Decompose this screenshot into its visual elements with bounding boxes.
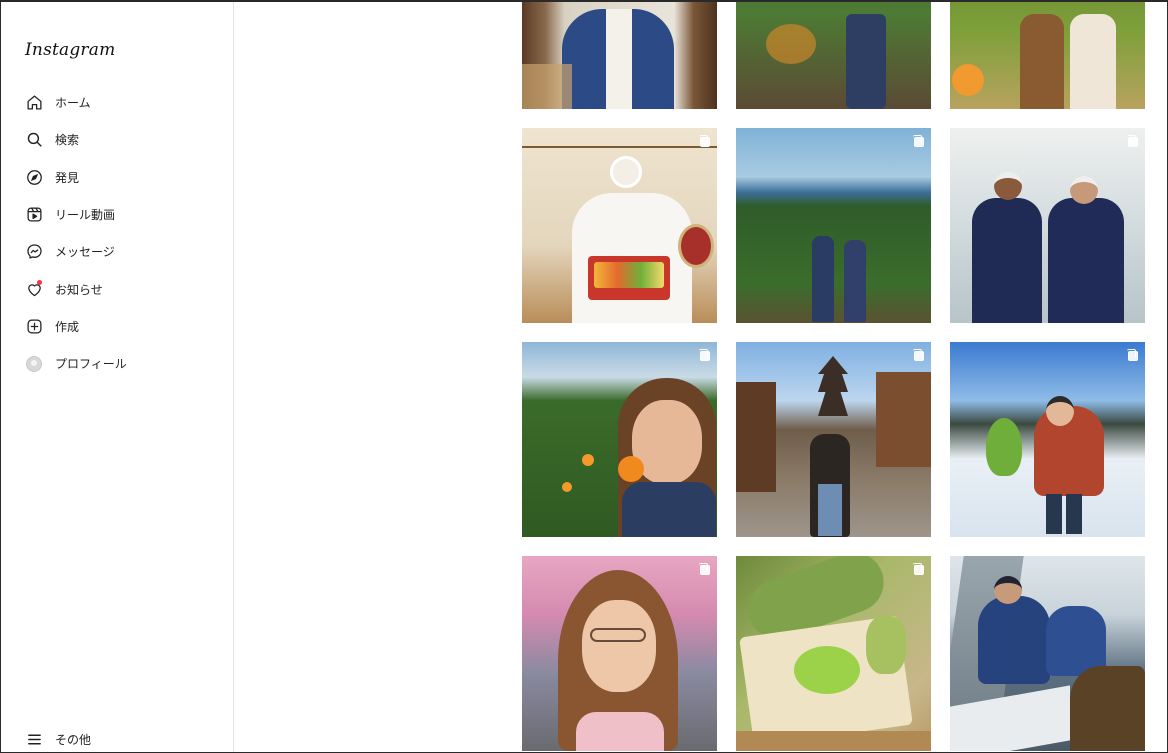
post-tile[interactable] xyxy=(522,342,717,537)
post-tile[interactable] xyxy=(736,342,931,537)
sidebar-item-label: リール動画 xyxy=(55,208,116,223)
post-image-detail xyxy=(576,712,664,751)
sidebar-item-home[interactable]: ホーム xyxy=(1,84,234,121)
sidebar-item-notifications[interactable]: お知らせ xyxy=(1,270,234,307)
sidebar-item-label: ホーム xyxy=(55,96,91,111)
post-tile[interactable] xyxy=(522,556,717,751)
post-tile[interactable] xyxy=(950,556,1145,751)
post-image-detail xyxy=(606,9,632,109)
sidebar-item-label: 発見 xyxy=(55,170,80,185)
messenger-icon xyxy=(25,243,43,261)
post-image-detail xyxy=(794,646,860,694)
profile-avatar-icon xyxy=(25,355,43,373)
post-image xyxy=(812,236,834,322)
post-image-detail xyxy=(1046,396,1074,426)
post-image-detail xyxy=(844,240,866,322)
post-image-detail xyxy=(1046,494,1062,534)
post-image-detail xyxy=(1070,666,1145,751)
post-image-detail xyxy=(876,372,931,467)
avatar xyxy=(26,355,42,372)
post-image-detail xyxy=(952,64,984,96)
post-image-detail xyxy=(582,600,656,692)
post-tile[interactable] xyxy=(522,128,717,323)
post-image-detail xyxy=(594,262,664,288)
heart-icon xyxy=(25,280,43,298)
instagram-logo[interactable]: Instagram xyxy=(25,40,115,60)
home-icon xyxy=(25,94,43,112)
post-image xyxy=(972,198,1042,323)
carousel-icon xyxy=(913,563,924,575)
search-icon xyxy=(25,131,43,149)
carousel-icon xyxy=(1127,135,1138,147)
post-image-detail xyxy=(678,224,714,268)
post-tile[interactable] xyxy=(950,2,1145,109)
carousel-icon xyxy=(699,349,710,361)
carousel-icon xyxy=(913,349,924,361)
carousel-icon xyxy=(913,135,924,147)
carousel-icon xyxy=(1127,349,1138,361)
sidebar-item-profile[interactable]: プロフィール xyxy=(1,345,234,382)
sidebar-item-more[interactable]: その他 xyxy=(25,730,91,748)
sidebar-item-label: 検索 xyxy=(55,133,80,148)
post-image-detail xyxy=(1070,176,1098,204)
sidebar-item-label: その他 xyxy=(55,732,92,747)
create-plus-icon xyxy=(25,317,43,335)
post-image-detail xyxy=(994,576,1022,604)
post-image-detail xyxy=(522,146,717,148)
post-image-detail xyxy=(818,356,848,416)
sidebar-item-explore[interactable]: 発見 xyxy=(1,159,234,196)
post-image-detail xyxy=(562,482,572,492)
post-tile[interactable] xyxy=(950,128,1145,323)
post-tile[interactable] xyxy=(736,556,931,751)
reels-icon xyxy=(25,206,43,224)
sidebar-nav: ホーム 検索 発見 リール動画 メッセージ お知らせ 作成 プロフィール xyxy=(1,84,234,382)
sidebar-item-create[interactable]: 作成 xyxy=(1,308,234,345)
post-tile[interactable] xyxy=(736,2,931,109)
post-image-detail xyxy=(618,456,644,482)
post-image-detail xyxy=(582,454,594,466)
post-image-detail xyxy=(522,64,572,109)
post-image-detail xyxy=(1070,14,1116,109)
sidebar-item-label: プロフィール xyxy=(55,357,127,372)
sidebar-item-messages[interactable]: メッセージ xyxy=(1,233,234,270)
post-image-detail xyxy=(622,482,716,537)
sidebar-item-label: お知らせ xyxy=(55,282,103,297)
post-image-detail xyxy=(736,731,931,751)
post-image-detail xyxy=(766,24,816,64)
post-image-detail xyxy=(818,484,842,536)
post-image-detail xyxy=(1066,494,1082,534)
post-image-detail xyxy=(1048,198,1124,323)
post-image-detail xyxy=(986,418,1022,476)
post-tile[interactable] xyxy=(950,342,1145,537)
compass-icon xyxy=(25,168,43,186)
post-tile[interactable] xyxy=(736,128,931,323)
sidebar-item-reels[interactable]: リール動画 xyxy=(1,196,234,233)
post-image-detail xyxy=(866,616,906,674)
explore-grid xyxy=(522,2,1145,751)
post-image-detail xyxy=(736,382,776,492)
post-image-detail xyxy=(610,156,642,188)
post-image xyxy=(978,596,1050,684)
post-image-detail xyxy=(994,172,1022,200)
sidebar-item-label: 作成 xyxy=(55,319,80,334)
post-tile[interactable] xyxy=(522,2,717,109)
sidebar-item-label: メッセージ xyxy=(55,245,115,260)
app-window: Instagram ホーム 検索 発見 リール動画 メッセージ お知らせ 作成 … xyxy=(0,0,1168,753)
sidebar-item-search[interactable]: 検索 xyxy=(1,121,234,158)
post-image xyxy=(1020,14,1064,109)
sidebar: Instagram ホーム 検索 発見 リール動画 メッセージ お知らせ 作成 … xyxy=(1,2,234,752)
menu-icon xyxy=(25,730,43,748)
post-image xyxy=(846,14,886,109)
carousel-icon xyxy=(699,135,710,147)
post-image-detail xyxy=(590,628,646,642)
carousel-icon xyxy=(699,563,710,575)
